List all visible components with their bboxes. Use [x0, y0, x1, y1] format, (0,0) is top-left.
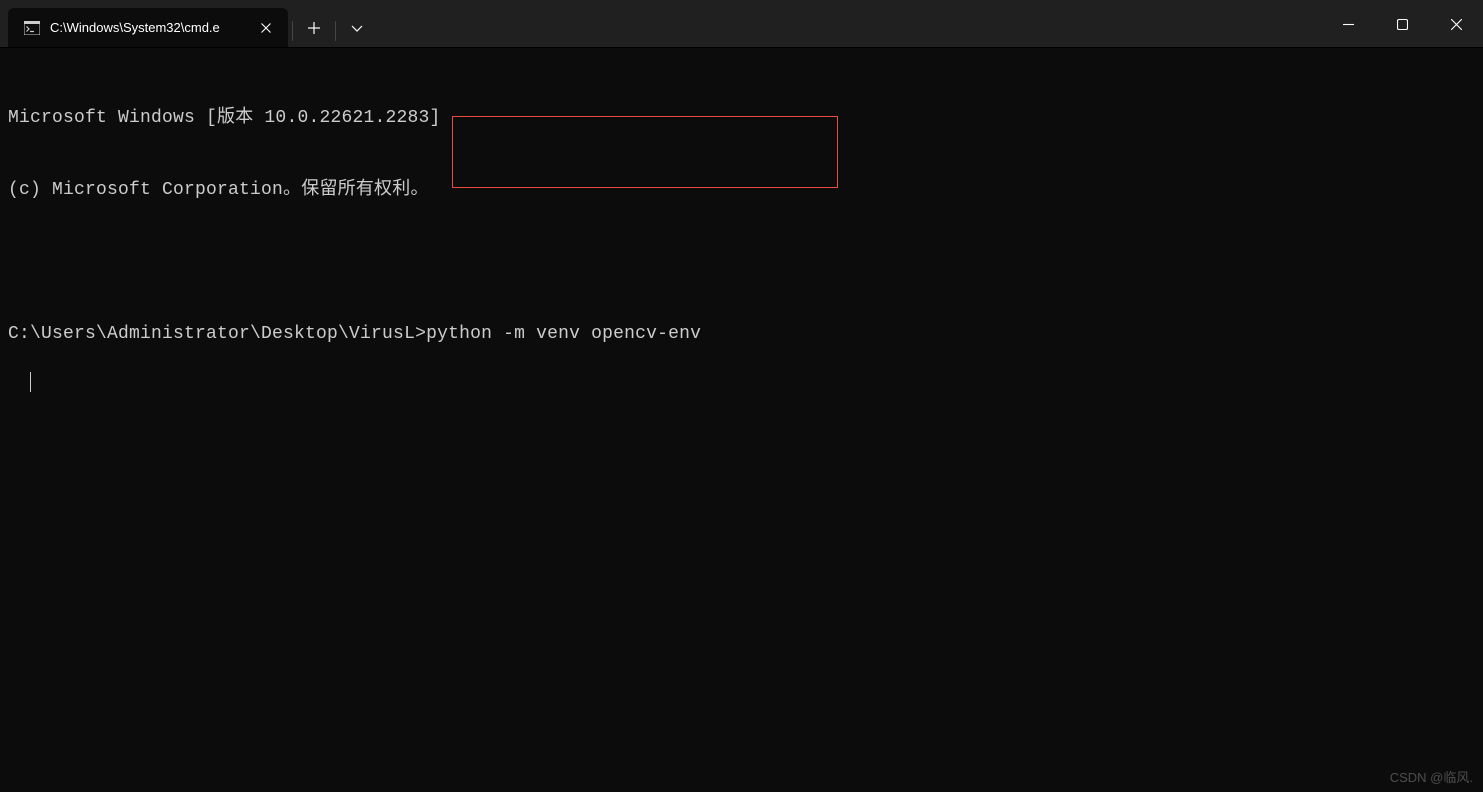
tab-close-button[interactable]	[254, 16, 278, 40]
minimize-button[interactable]	[1321, 0, 1375, 48]
new-tab-button[interactable]	[293, 8, 335, 48]
copyright-line: (c) Microsoft Corporation。保留所有权利。	[8, 178, 1475, 202]
prompt-path: C:\Users\Administrator\Desktop\VirusL>	[8, 322, 426, 346]
close-button[interactable]	[1429, 0, 1483, 48]
cmd-icon	[24, 21, 40, 35]
active-tab[interactable]: C:\Windows\System32\cmd.e	[8, 8, 288, 47]
command-text: python -m venv opencv-env	[426, 322, 701, 346]
titlebar-drag-area[interactable]	[378, 0, 1321, 47]
watermark: CSDN @临风.	[1390, 767, 1473, 786]
tab-dropdown-button[interactable]	[336, 8, 378, 48]
titlebar: C:\Windows\System32\cmd.e	[0, 0, 1483, 48]
maximize-button[interactable]	[1375, 0, 1429, 48]
text-cursor	[30, 372, 31, 392]
window-controls	[1321, 0, 1483, 47]
terminal-output[interactable]: Microsoft Windows [版本 10.0.22621.2283] (…	[0, 48, 1483, 404]
tab-actions	[288, 0, 378, 47]
version-line: Microsoft Windows [版本 10.0.22621.2283]	[8, 106, 1475, 130]
prompt-line: C:\Users\Administrator\Desktop\VirusL>py…	[8, 322, 1475, 346]
blank-line	[8, 250, 1475, 274]
tab-title: C:\Windows\System32\cmd.e	[50, 20, 244, 35]
